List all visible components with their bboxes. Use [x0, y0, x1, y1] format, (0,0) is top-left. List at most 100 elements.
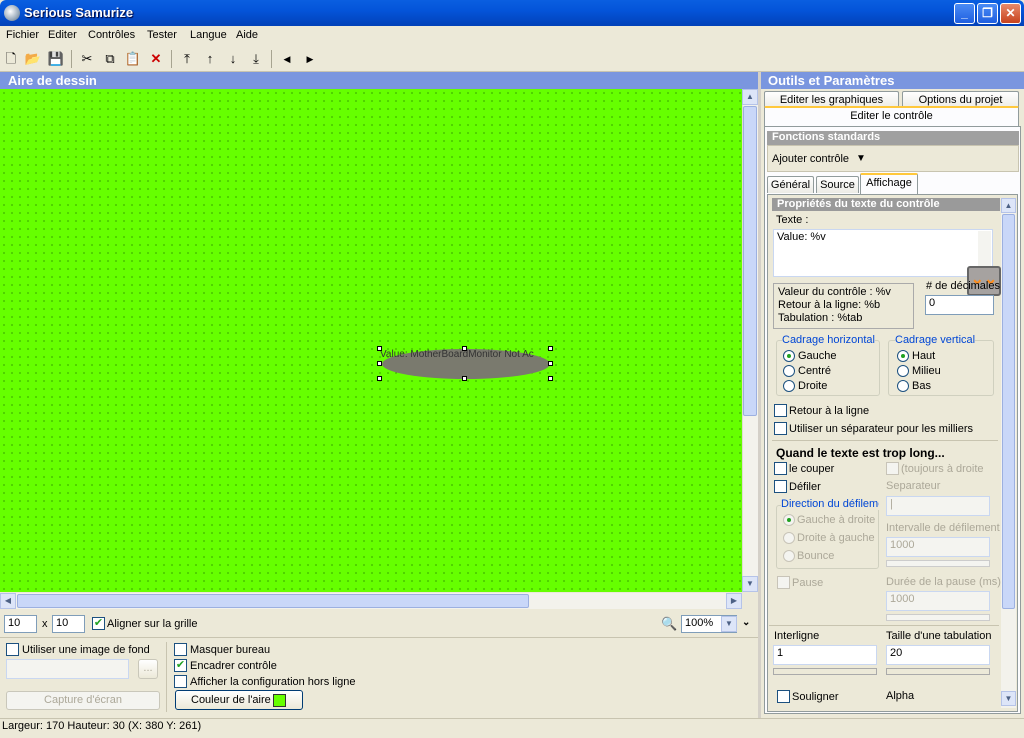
tab-size-input[interactable]: 20 [886, 645, 990, 665]
align-grid-checkbox[interactable]: ✔ [92, 617, 105, 630]
browse-button[interactable]: ... [138, 659, 158, 679]
screenshot-button[interactable]: Capture d'écran [6, 691, 160, 710]
resize-handle[interactable] [462, 376, 467, 381]
scroll-right-button[interactable]: ▶ [726, 593, 742, 609]
always-right-checkbox[interactable] [886, 462, 899, 475]
use-bg-image-label: Utiliser une image de fond [22, 644, 150, 656]
scroll-checkbox[interactable] [774, 480, 787, 493]
tab-source[interactable]: Source [816, 176, 859, 193]
copy-icon[interactable]: ⧉ [101, 50, 119, 68]
drawing-canvas[interactable] [0, 89, 742, 592]
bottom-divider [166, 642, 167, 712]
props-scroll-thumb[interactable] [1002, 214, 1015, 609]
line-spacing-label: Interligne [774, 630, 820, 642]
resize-handle[interactable] [548, 361, 553, 366]
props-scroll-up[interactable]: ▲ [1001, 198, 1016, 213]
dir-ltr-radio[interactable] [783, 514, 795, 526]
v-align-top-radio[interactable] [897, 350, 909, 362]
menu-controles[interactable]: Contrôles [88, 29, 135, 41]
pause-slider[interactable] [886, 614, 990, 621]
arrow-right-icon[interactable]: ▶ [301, 50, 319, 68]
move-up-icon[interactable]: ↑ [201, 50, 219, 68]
wrap-checkbox[interactable] [774, 404, 787, 417]
zoom-icon[interactable]: 🔍 [661, 616, 677, 632]
interval-slider[interactable] [886, 560, 990, 567]
h-align-right-radio[interactable] [783, 380, 795, 392]
move-down-icon[interactable]: ↓ [224, 50, 242, 68]
resize-handle[interactable] [377, 376, 382, 381]
h-align-center-radio[interactable] [783, 365, 795, 377]
panel-splitter[interactable] [758, 72, 761, 718]
scroll-left-button[interactable]: ◀ [0, 593, 16, 609]
resize-handle[interactable] [462, 346, 467, 351]
menu-tester[interactable]: Tester [147, 29, 177, 41]
line-spacing-input[interactable]: 1 [773, 645, 877, 665]
show-offline-checkbox[interactable] [174, 675, 187, 688]
interval-input[interactable]: 1000 [886, 537, 990, 557]
tab-general[interactable]: Général [767, 176, 814, 193]
grid-y-input[interactable]: 10 [52, 615, 85, 633]
paste-icon[interactable]: 📋 [124, 50, 142, 68]
tab-size-label: Taille d'une tabulation [886, 630, 992, 642]
cut-icon[interactable]: ✂ [78, 50, 96, 68]
pause-label: Pause [792, 577, 824, 589]
frame-control-checkbox[interactable]: ✔ [174, 659, 187, 672]
tab-size-slider[interactable] [886, 668, 990, 675]
save-icon[interactable]: 💾 [47, 50, 65, 68]
status-bar: Largeur: 170 Hauteur: 30 (X: 380 Y: 261) [0, 718, 1024, 734]
decimals-input[interactable]: 0 [925, 295, 994, 315]
add-control-label[interactable]: Ajouter contrôle [772, 153, 849, 165]
underline-label: Souligner [792, 691, 839, 703]
vertical-scroll-thumb[interactable] [743, 106, 757, 416]
close-button[interactable]: ✕ [1000, 3, 1021, 24]
h-align-title: Cadrage horizontal [782, 334, 875, 346]
resize-handle[interactable] [548, 376, 553, 381]
resize-handle[interactable] [548, 346, 553, 351]
scroll-up-button[interactable]: ▲ [742, 89, 758, 105]
delete-icon[interactable]: ✕ [147, 50, 165, 68]
menu-langue[interactable]: Langue [190, 29, 227, 41]
bring-to-front-icon[interactable]: ⤒ [178, 50, 196, 68]
tab-edit-control[interactable]: Editer le contrôle [764, 106, 1019, 126]
v-align-bottom-radio[interactable] [897, 380, 909, 392]
cut-checkbox[interactable] [774, 462, 787, 475]
hide-desktop-checkbox[interactable] [174, 643, 187, 656]
separator-input[interactable]: | [886, 496, 990, 516]
new-icon[interactable]: 🗋 [2, 50, 20, 68]
minimize-button[interactable]: _ [954, 3, 975, 24]
menu-fichier[interactable]: Fichier [6, 29, 39, 41]
horizontal-scroll-thumb[interactable] [17, 594, 529, 608]
thousands-checkbox[interactable] [774, 422, 787, 435]
line-spacing-slider[interactable] [773, 668, 877, 675]
text-textarea[interactable]: Value: %v [773, 229, 993, 277]
menu-aide[interactable]: Aide [236, 29, 258, 41]
props-scroll-down[interactable]: ▼ [1001, 691, 1016, 706]
maximize-button[interactable]: ❐ [977, 3, 998, 24]
open-icon[interactable]: 📂 [24, 50, 42, 68]
zoom-dropdown-button[interactable]: ▼ [721, 616, 737, 632]
tab-display[interactable]: Affichage [860, 173, 918, 194]
use-bg-image-checkbox[interactable] [6, 643, 19, 656]
underline-checkbox[interactable] [777, 690, 790, 703]
pause-duration-input[interactable]: 1000 [886, 591, 990, 611]
dir-ltr-label: Gauche à droite [797, 514, 876, 526]
arrow-left-icon[interactable]: ◀ [278, 50, 296, 68]
pause-checkbox[interactable] [777, 576, 790, 589]
align-grid-label: Aligner sur la grille [107, 618, 198, 630]
bg-image-path-input[interactable] [6, 659, 129, 679]
dir-rtl-label: Droite à gauche [797, 532, 875, 544]
resize-handle[interactable] [377, 346, 382, 351]
scroll-down-button[interactable]: ▼ [742, 576, 758, 592]
dir-rtl-radio[interactable] [783, 532, 795, 544]
menu-editer[interactable]: Editer [48, 29, 77, 41]
grid-x-input[interactable]: 10 [4, 615, 37, 633]
cut-label: le couper [789, 463, 835, 475]
resize-handle[interactable] [377, 361, 382, 366]
v-align-middle-radio[interactable] [897, 365, 909, 377]
expand-icon[interactable]: ⌄ [742, 617, 750, 628]
add-control-dropdown-icon[interactable]: ▼ [856, 153, 866, 164]
decimals-label: # de décimales [926, 280, 1000, 292]
send-to-back-icon[interactable]: ⤓ [247, 50, 265, 68]
h-align-left-radio[interactable] [783, 350, 795, 362]
dir-bounce-radio[interactable] [783, 550, 795, 562]
